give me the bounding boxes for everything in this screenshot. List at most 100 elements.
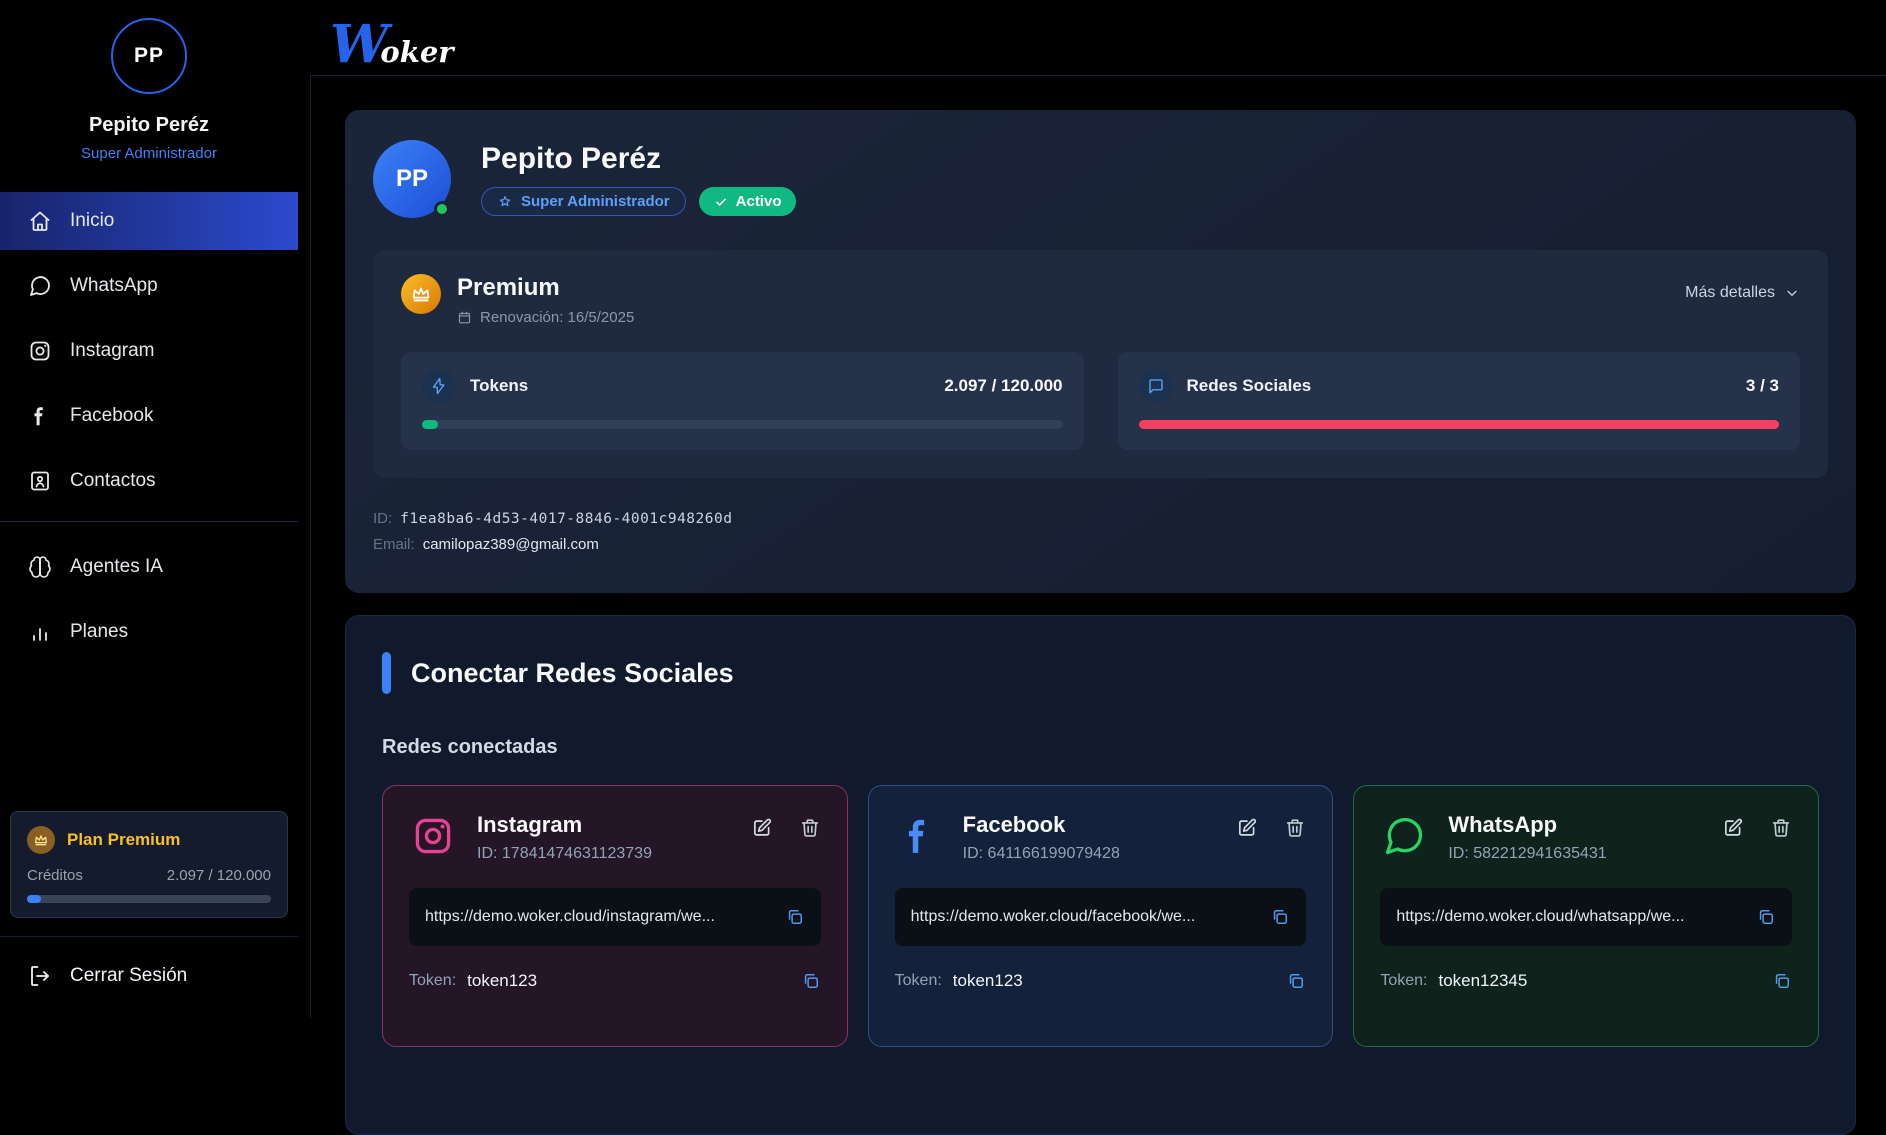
token-value: token123 (953, 971, 1023, 991)
sidebar-item-label: Planes (70, 621, 128, 643)
sidebar-nav: Inicio WhatsApp Instagram Facebook Conta… (0, 192, 298, 672)
whatsapp-icon (28, 274, 52, 298)
sidebar-item-instagram[interactable]: Instagram (0, 326, 298, 376)
more-details-toggle[interactable]: Más detalles (1685, 284, 1800, 302)
sidebar-item-contactos[interactable]: Contactos (0, 456, 298, 506)
crown-icon (401, 274, 441, 314)
bolt-icon (422, 369, 456, 403)
topbar: Woker (310, 0, 1886, 75)
contacts-icon (28, 469, 52, 493)
avatar-initials: PP (134, 44, 164, 68)
sidebar-divider (0, 521, 298, 522)
credits-progress-fill (27, 895, 41, 903)
edit-icon[interactable] (1722, 817, 1744, 839)
profile-header-card: PP Pepito Peréz Super Administrador (345, 110, 1856, 593)
user-id-label: ID: (373, 510, 392, 527)
redes-label: Redes Sociales (1187, 376, 1312, 396)
plan-name: Premium (457, 274, 634, 302)
plan-renewal: Renovación: 16/5/2025 (480, 309, 634, 326)
facebook-icon (895, 812, 943, 860)
check-icon (714, 195, 728, 209)
webhook-url-box: https://demo.woker.cloud/instagram/we... (409, 888, 821, 946)
delete-icon[interactable] (1770, 817, 1792, 839)
profile-role: Super Administrador (0, 145, 298, 162)
sidebar-item-inicio[interactable]: Inicio (0, 192, 298, 250)
sidebar-profile: PP Pepito Peréz Super Administrador (0, 0, 298, 162)
sidebar-item-agentes-ia[interactable]: Agentes IA (0, 542, 298, 592)
network-name: Instagram (477, 812, 582, 837)
calendar-icon (457, 310, 472, 325)
user-email-value: camilopaz389@gmail.com (423, 536, 599, 553)
tokens-value: 2.097 / 120.000 (944, 376, 1062, 396)
credits-value: 2.097 / 120.000 (167, 867, 271, 884)
copy-url-icon[interactable] (1756, 907, 1776, 927)
token-label: Token: (1380, 972, 1427, 990)
sidebar-item-facebook[interactable]: Facebook (0, 391, 298, 441)
tokens-label: Tokens (470, 376, 528, 396)
plan-panel: Premium Renovación: 16/5/2025 Más detall… (373, 250, 1828, 478)
bar-chart-icon (28, 620, 52, 644)
redes-value: 3 / 3 (1746, 376, 1779, 396)
home-icon (28, 209, 52, 233)
token-value: token12345 (1438, 971, 1527, 991)
profile-name: Pepito Peréz (0, 114, 298, 137)
tokens-stat-box: Tokens 2.097 / 120.000 (401, 352, 1084, 450)
token-value: token123 (467, 971, 537, 991)
logo-rest: oker (380, 35, 453, 69)
sidebar-item-label: Facebook (70, 405, 153, 427)
edit-icon[interactable] (751, 817, 773, 839)
more-details-label: Más detalles (1685, 284, 1775, 302)
main-content: PP Pepito Peréz Super Administrador (310, 75, 1886, 1018)
whatsapp-card: WhatsApp ID: 582212941635431 (1353, 785, 1819, 1047)
copy-url-icon[interactable] (785, 907, 805, 927)
instagram-icon (28, 339, 52, 363)
delete-icon[interactable] (799, 817, 821, 839)
instagram-card: Instagram ID: 17841474631123739 (382, 785, 848, 1047)
network-id: ID: 641166199079428 (963, 845, 1120, 863)
user-name: Pepito Peréz (481, 142, 796, 176)
section-subtitle: Redes conectadas (382, 736, 1819, 759)
sidebar-item-label: Instagram (70, 340, 154, 362)
main-area: Woker PP Pepito Peréz (310, 0, 1886, 1018)
social-networks-card: Conectar Redes Sociales Redes conectadas… (345, 615, 1856, 1135)
brain-icon (28, 555, 52, 579)
webhook-url: https://demo.woker.cloud/instagram/we... (425, 908, 785, 926)
sidebar-item-planes[interactable]: Planes (0, 607, 298, 657)
copy-token-icon[interactable] (1772, 971, 1792, 991)
facebook-card: Facebook ID: 641166199079428 (868, 785, 1334, 1047)
avatar: PP (111, 18, 187, 94)
edit-icon[interactable] (1236, 817, 1258, 839)
sidebar-item-whatsapp[interactable]: WhatsApp (0, 261, 298, 311)
copy-token-icon[interactable] (801, 971, 821, 991)
token-label: Token: (895, 972, 942, 990)
instagram-icon (409, 812, 457, 860)
sidebar-item-label: WhatsApp (70, 275, 158, 297)
logout-button[interactable]: Cerrar Sesión (0, 937, 298, 1018)
sidebar-item-label: Agentes IA (70, 556, 163, 578)
sidebar-item-label: Contactos (70, 470, 156, 492)
network-id: ID: 582212941635431 (1448, 845, 1606, 863)
status-badge-label: Activo (736, 193, 782, 210)
redes-progress-track (1139, 420, 1780, 429)
connected-networks-grid: Instagram ID: 17841474631123739 (382, 785, 1819, 1047)
role-badge: Super Administrador (481, 187, 686, 216)
app-logo[interactable]: Woker (330, 22, 454, 69)
whatsapp-icon (1380, 812, 1428, 860)
status-badge: Activo (699, 187, 797, 216)
redes-stat-box: Redes Sociales 3 / 3 (1118, 352, 1801, 450)
webhook-url-box: https://demo.woker.cloud/facebook/we... (895, 888, 1307, 946)
logout-icon (28, 964, 52, 988)
title-accent-bar (382, 652, 391, 694)
role-badge-label: Super Administrador (521, 193, 670, 210)
webhook-url: https://demo.woker.cloud/whatsapp/we... (1396, 908, 1756, 926)
sidebar-item-label: Inicio (70, 210, 114, 232)
copy-token-icon[interactable] (1286, 971, 1306, 991)
chevron-down-icon (1784, 285, 1800, 301)
facebook-icon (28, 404, 52, 428)
star-icon (497, 194, 513, 210)
credits-label: Créditos (27, 867, 83, 884)
webhook-url-box: https://demo.woker.cloud/whatsapp/we... (1380, 888, 1792, 946)
copy-url-icon[interactable] (1270, 907, 1290, 927)
crown-icon (27, 826, 55, 854)
delete-icon[interactable] (1284, 817, 1306, 839)
